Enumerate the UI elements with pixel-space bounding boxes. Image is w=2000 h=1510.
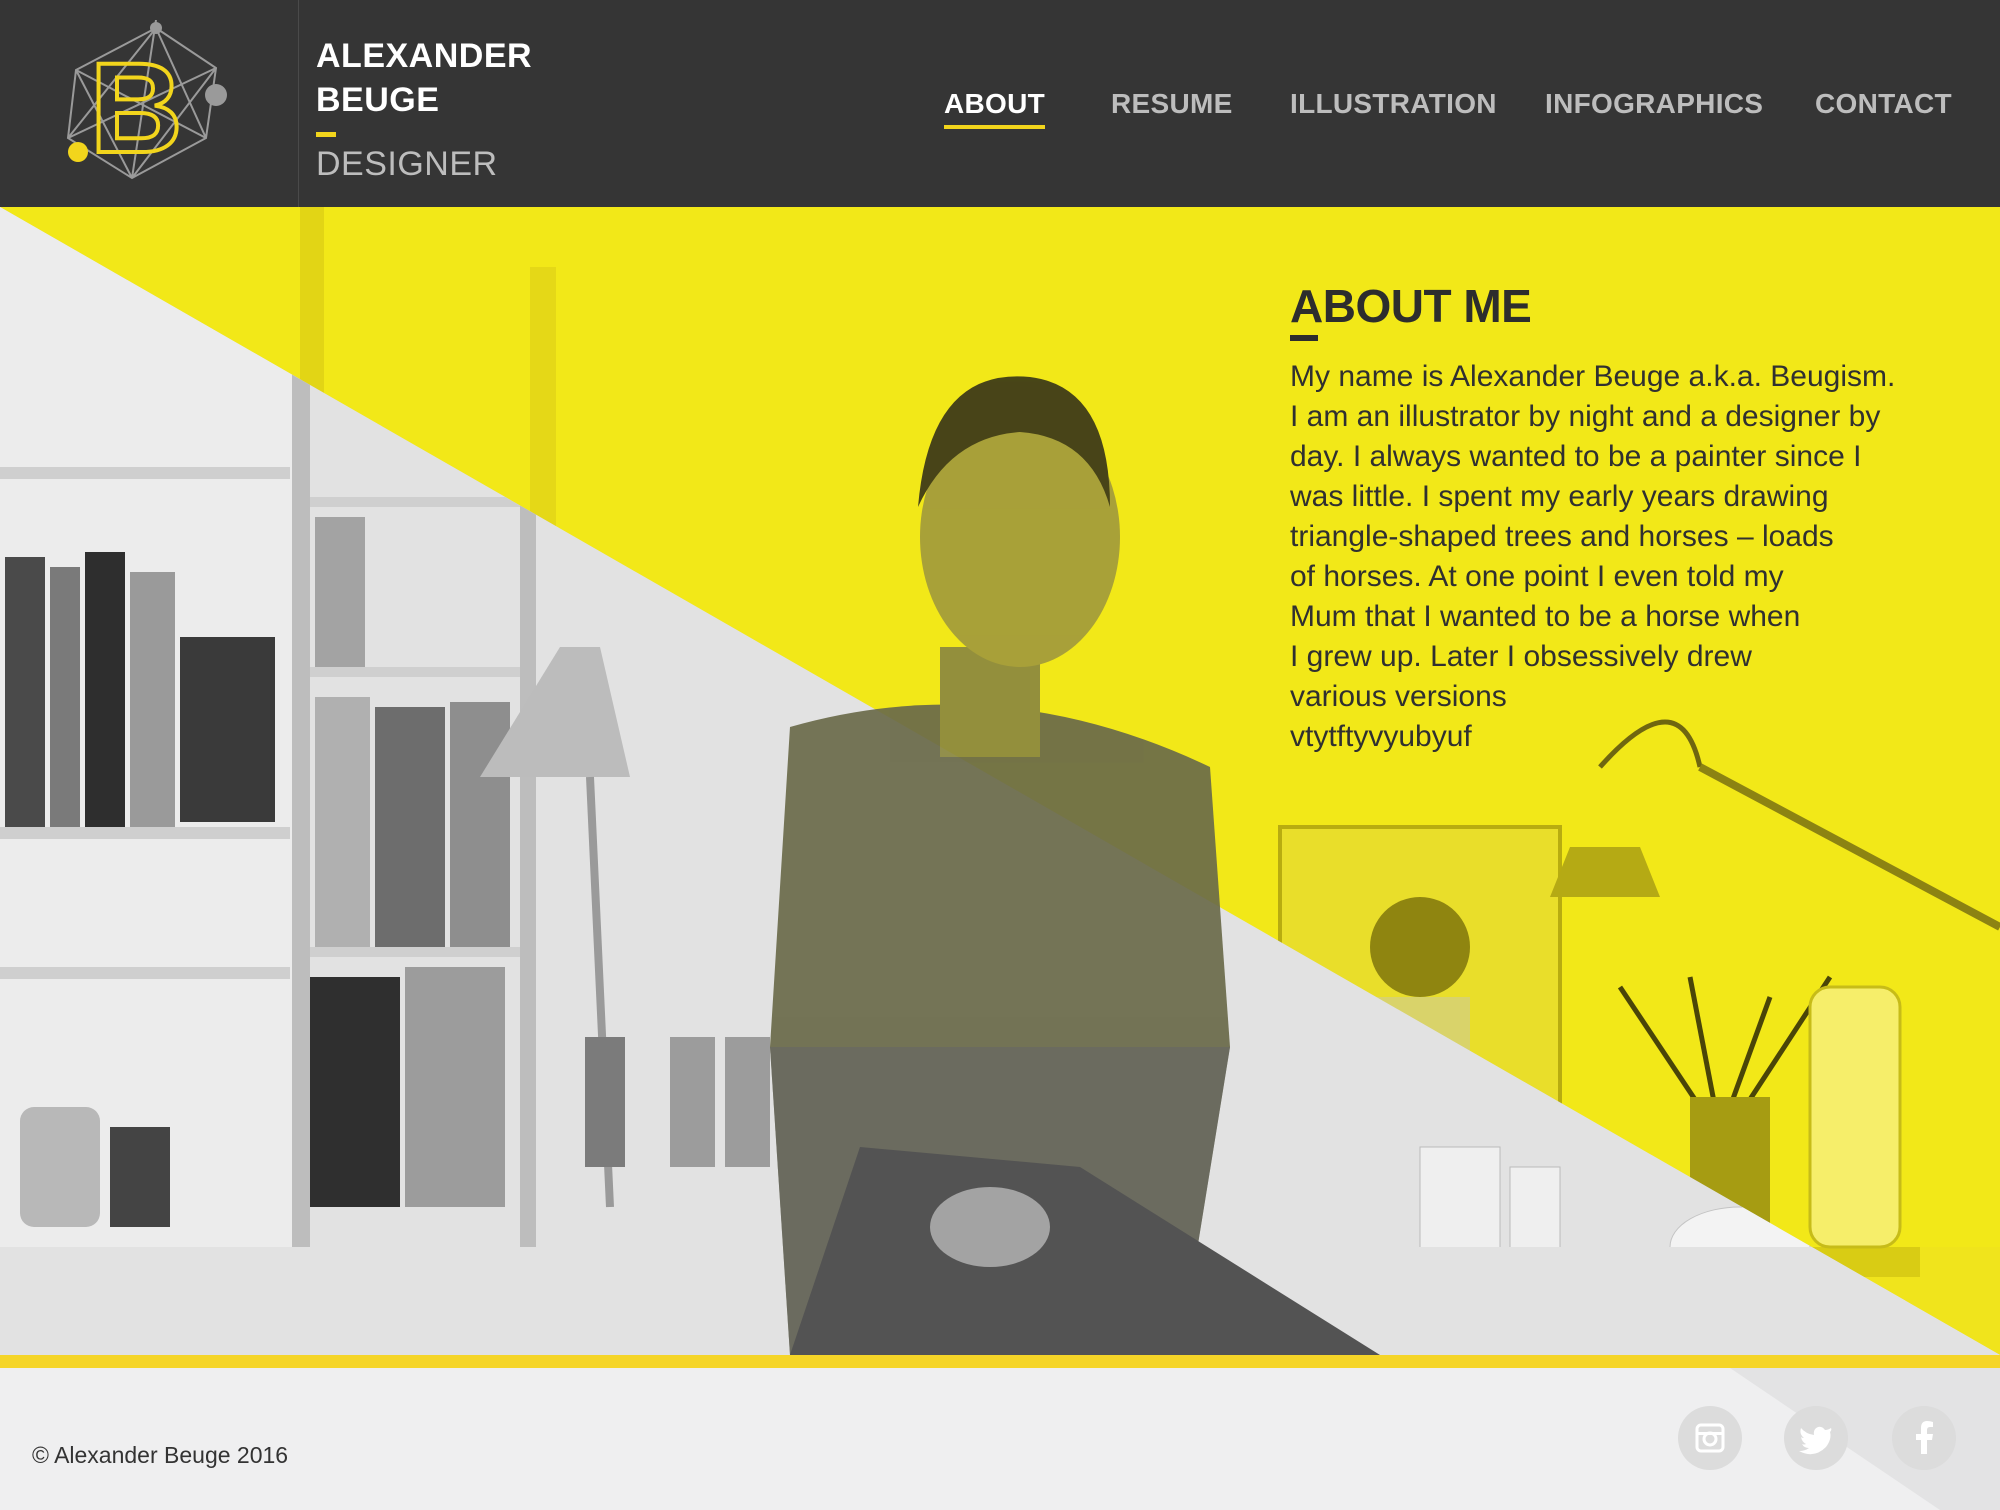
instagram-icon — [1695, 1423, 1725, 1453]
site-footer: © Alexander Beuge 2016 — [0, 1368, 2000, 1510]
facebook-icon — [1916, 1421, 1933, 1454]
copyright: © Alexander Beuge 2016 — [32, 1442, 289, 1468]
nav-about[interactable]: ABOUT — [944, 88, 1046, 129]
brand-role: DESIGNER — [316, 145, 498, 183]
facebook-button[interactable] — [1892, 1406, 1956, 1470]
about-dash — [1290, 335, 1318, 341]
twitter-icon — [1799, 1426, 1832, 1455]
hero-bottom-strip — [0, 1355, 2000, 1368]
nav-resume[interactable]: RESUME — [1111, 88, 1233, 120]
about-text: My name is Alexander Beuge a.k.a. Beugis… — [1290, 360, 1896, 753]
site-header: B ALEXANDER BEUGE DESIGNER ABOUT RESUME … — [0, 0, 2000, 207]
hero-section: ABOUT ME My name is Alexander Beuge a.k.… — [0, 207, 2000, 1355]
nav-infographics[interactable]: INFOGRAPHICS — [1545, 88, 1763, 120]
instagram-button[interactable] — [1678, 1406, 1742, 1470]
brand-name-line1: ALEXANDER — [316, 37, 533, 75]
main-nav: ABOUT RESUME ILLUSTRATION INFOGRAPHICS C… — [0, 88, 2000, 129]
about-title: ABOUT ME — [1290, 280, 1532, 332]
brand-dash — [316, 132, 336, 137]
nav-contact[interactable]: CONTACT — [1815, 88, 1952, 120]
about-panel: ABOUT ME My name is Alexander Beuge a.k.… — [1290, 279, 1950, 757]
nav-illustration[interactable]: ILLUSTRATION — [1290, 88, 1497, 120]
twitter-button[interactable] — [1784, 1406, 1848, 1470]
